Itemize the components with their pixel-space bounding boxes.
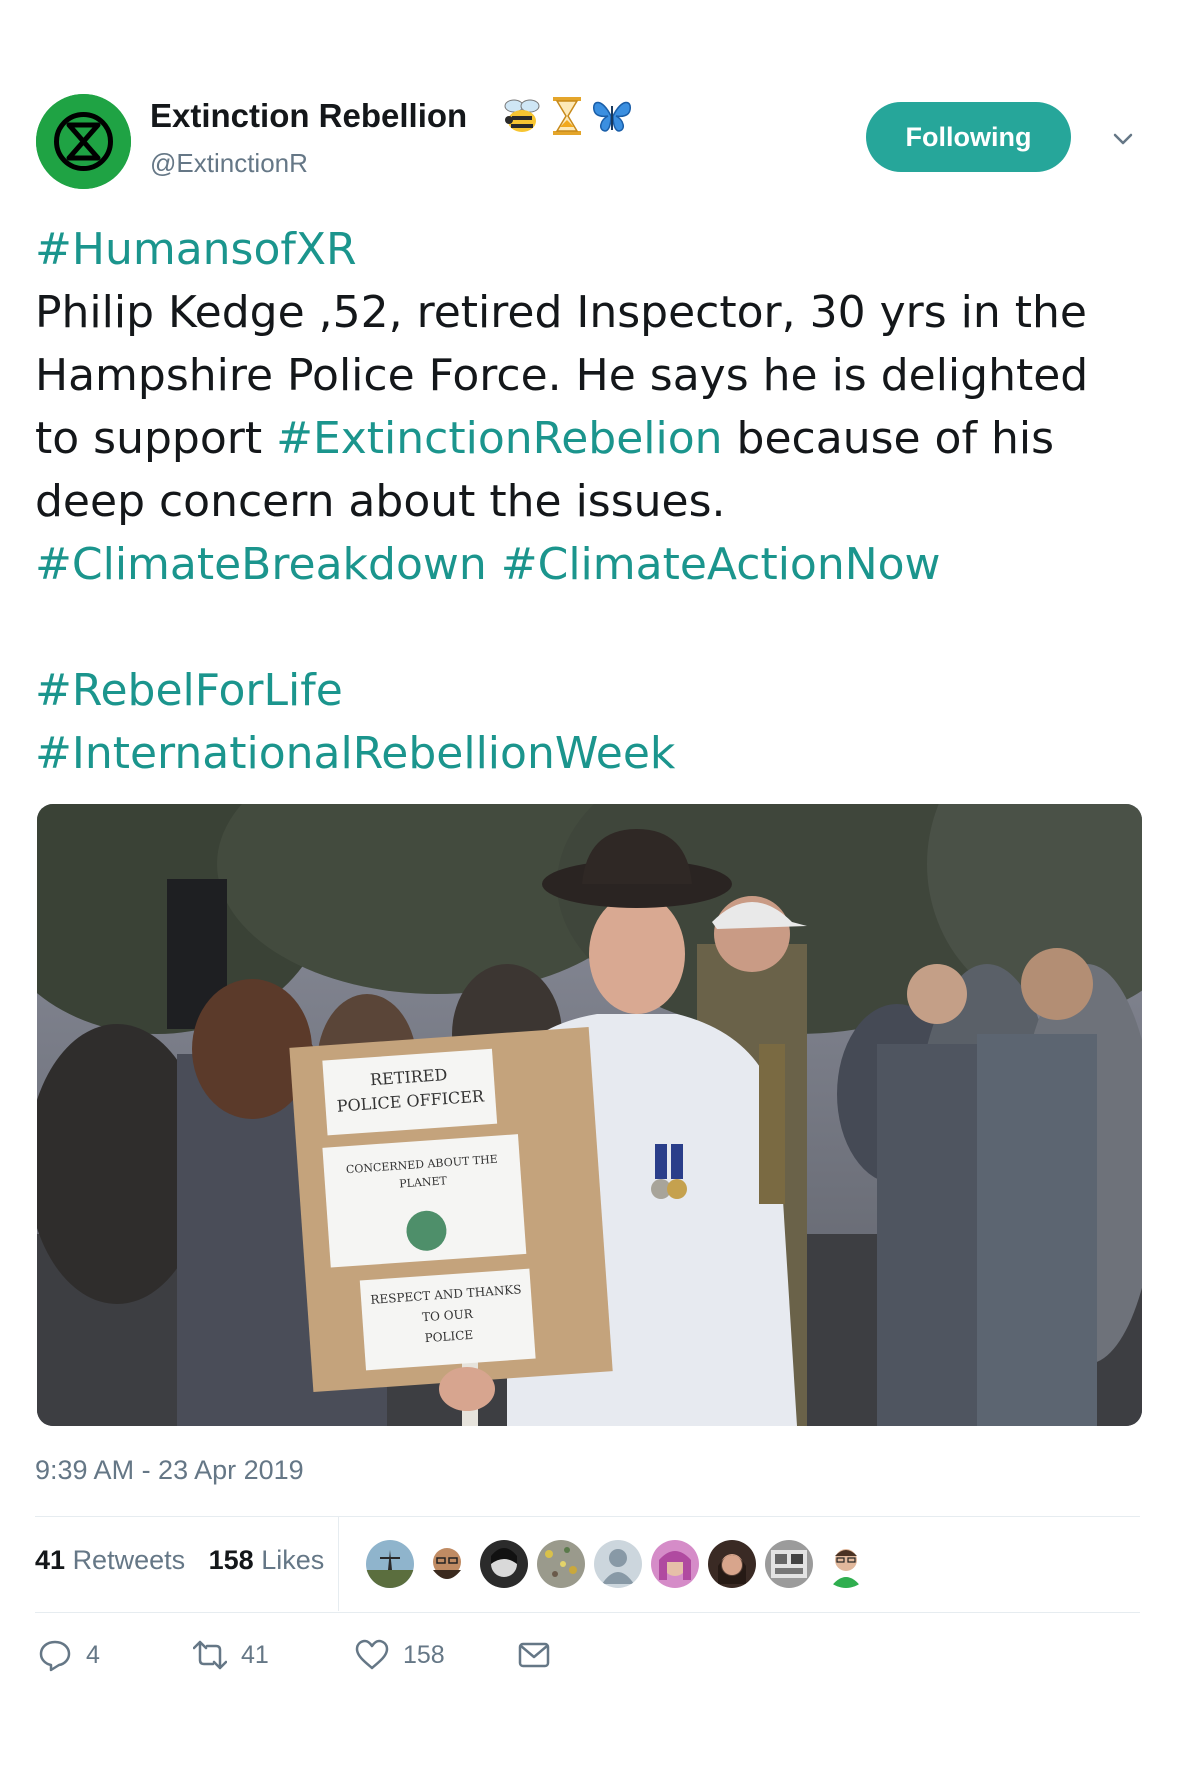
divider (35, 1612, 1140, 1613)
tweet-text: #HumansofXR Philip Kedge ,52, retired In… (35, 218, 1145, 785)
hashtag-link[interactable]: #ClimateActionNow (501, 539, 941, 590)
name-emojis (500, 94, 634, 138)
likes-stat[interactable]: 158 Likes (209, 1545, 325, 1575)
tweet-card: Extinction Rebellion @ExtinctionR Follow… (0, 0, 1179, 1770)
reply-button[interactable]: 4 (38, 1635, 100, 1675)
hashtag-link[interactable]: #RebelForLife (35, 665, 343, 716)
liker-avatar[interactable] (820, 1538, 872, 1590)
retweet-button[interactable]: 41 (193, 1635, 269, 1675)
hashtag-link[interactable]: #ExtinctionRebelion (276, 413, 722, 464)
butterfly-emoji (593, 101, 632, 132)
protest-sign: RETIRED POLICE OFFICER CONCERNED ABOUT T… (289, 1026, 613, 1426)
liker-avatar[interactable] (649, 1538, 701, 1590)
hashtag-link[interactable]: #InternationalRebellionWeek (35, 728, 675, 779)
reply-count: 4 (86, 1640, 100, 1669)
retweet-icon (193, 1640, 227, 1670)
envelope-icon (518, 1642, 550, 1668)
liker-avatar[interactable] (364, 1538, 416, 1590)
chevron-down-icon[interactable] (1108, 124, 1138, 154)
retweets-stat[interactable]: 41 Retweets (35, 1545, 185, 1575)
hourglass-emoji (553, 97, 582, 135)
engagement-stats: 41 Retweets 158 Likes (35, 1545, 324, 1576)
liker-avatar[interactable] (763, 1538, 815, 1590)
retweet-count: 41 (241, 1640, 269, 1669)
following-button[interactable]: Following (866, 102, 1071, 172)
hashtag-link[interactable]: #ClimateBreakdown (35, 539, 487, 590)
display-name[interactable]: Extinction Rebellion (150, 97, 467, 135)
divider (35, 1516, 1140, 1517)
tweet-timestamp[interactable]: 9:39 AM - 23 Apr 2019 (35, 1455, 304, 1486)
heart-icon (355, 1639, 389, 1670)
like-button[interactable]: 158 (355, 1635, 445, 1675)
direct-message-button[interactable] (517, 1635, 551, 1675)
liker-avatar[interactable] (478, 1538, 530, 1590)
handle[interactable]: @ExtinctionR (150, 148, 308, 179)
tweet-photo[interactable]: RETIRED POLICE OFFICER CONCERNED ABOUT T… (37, 804, 1142, 1426)
divider (338, 1517, 339, 1611)
bee-emoji (504, 99, 540, 132)
liker-avatar[interactable] (592, 1538, 644, 1590)
hashtag-link[interactable]: #HumansofXR (35, 224, 357, 275)
reply-icon (39, 1640, 71, 1672)
extinction-symbol-icon (36, 94, 131, 189)
liker-avatar[interactable] (706, 1538, 758, 1590)
avatar[interactable] (36, 94, 131, 189)
liker-avatar[interactable] (421, 1538, 473, 1590)
liker-avatar[interactable] (535, 1538, 587, 1590)
like-count: 158 (403, 1640, 445, 1669)
